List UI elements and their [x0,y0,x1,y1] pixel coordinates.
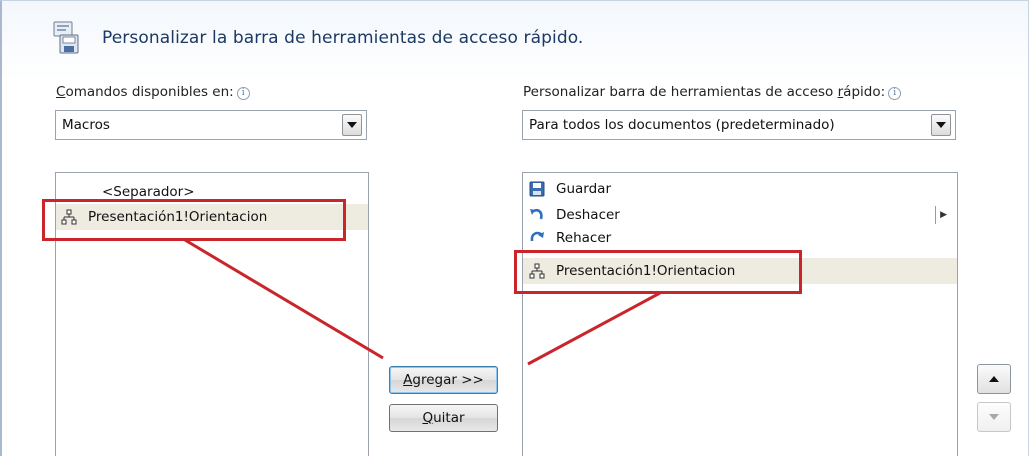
list-item-separator[interactable]: <Separador> [56,179,368,205]
available-commands-label: Comandos disponibles en: i [56,84,250,100]
split-arrow-icon[interactable]: ▶ [935,206,947,224]
list-item-undo[interactable]: Deshacer ▶ [523,202,957,228]
list-item-macro[interactable]: Presentación1!Orientacion [523,258,957,284]
available-commands-list[interactable]: <Separador> Presentación1!Orientacion [55,172,369,456]
list-item-save[interactable]: Guardar [523,176,957,202]
undo-icon [528,206,546,224]
remove-button[interactable]: Quitar [389,404,498,432]
customize-for-value: Para todos los documentos (predeterminad… [529,117,835,133]
toolbar-commands-list[interactable]: Guardar Deshacer ▶ Rehacer Presentación1… [522,172,958,456]
list-item-redo[interactable]: Rehacer [523,228,957,242]
add-button[interactable]: Agregar >> [389,366,498,394]
redo-icon [528,228,546,242]
available-commands-dropdown[interactable]: Macros [55,110,367,140]
chevron-down-icon [989,414,999,420]
move-up-button[interactable] [977,364,1011,394]
dropdown-arrow-button[interactable] [342,114,362,136]
move-down-button[interactable] [977,402,1011,432]
customize-toolbar-icon [50,21,82,55]
chevron-up-icon [989,376,999,382]
customize-for-dropdown[interactable]: Para todos los documentos (predeterminad… [522,110,956,140]
available-commands-value: Macros [62,117,110,133]
dialog-header: Personalizar la barra de herramientas de… [50,18,583,58]
save-icon [528,180,546,198]
info-icon[interactable]: i [888,87,902,100]
customize-toolbar-label: Personalizar barra de herramientas de ac… [523,84,902,100]
dialog-title: Personalizar la barra de herramientas de… [102,28,584,48]
chevron-down-icon [347,122,357,128]
list-item-macro[interactable]: Presentación1!Orientacion [56,204,368,230]
info-icon[interactable]: i [236,87,250,100]
dropdown-arrow-button[interactable] [931,114,951,136]
chevron-down-icon [936,122,946,128]
macro-icon [60,208,78,226]
macro-icon [528,262,546,280]
